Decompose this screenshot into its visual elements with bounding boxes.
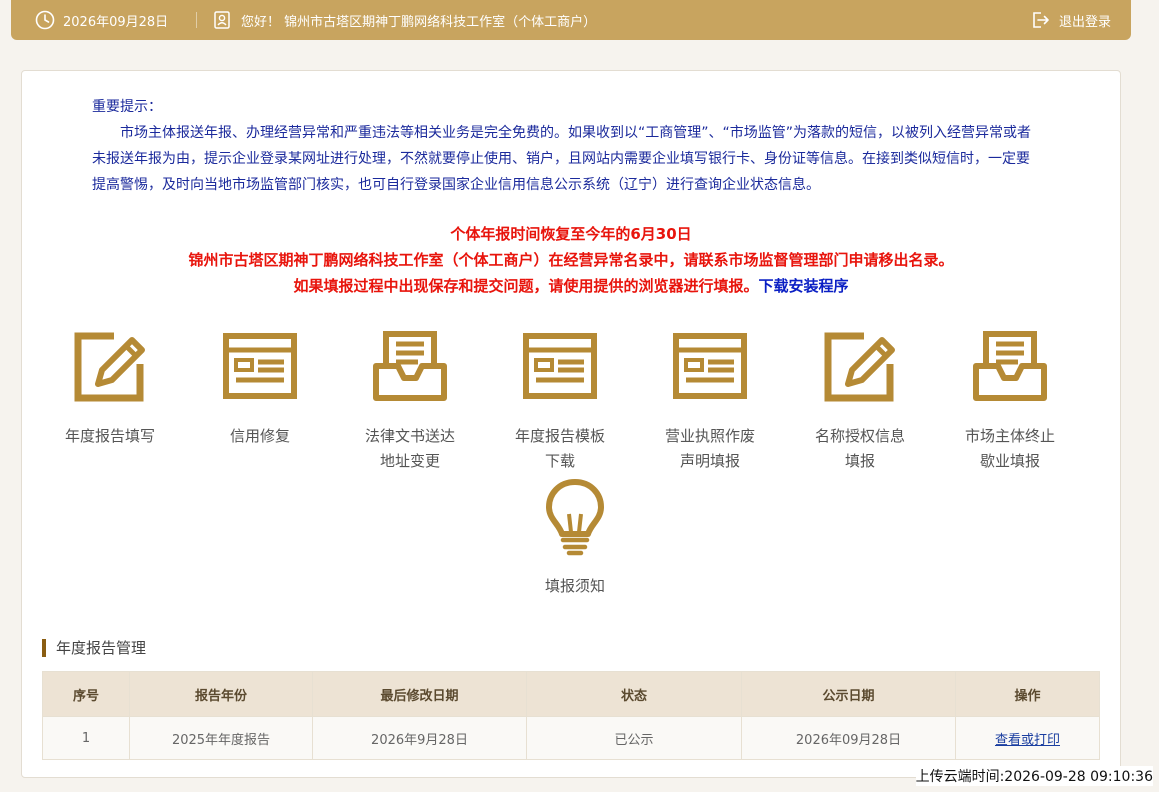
alert-block: 个体年报时间恢复至今年的6月30日 锦州市古塔区期神丁鹏网络科技工作室（个体工商… [22, 221, 1120, 299]
document-form-icon [673, 333, 747, 399]
notice-title: 重要提示： [92, 99, 162, 115]
tile-report-template-download[interactable]: 年度报告模板 下载 [485, 326, 635, 474]
upload-timestamp: 上传云端时间:2026-09-28 09:10:36 [915, 766, 1153, 786]
col-report-year: 报告年份 [129, 671, 313, 717]
edit-pencil-icon [824, 332, 895, 402]
edit-pencil-icon [74, 332, 145, 402]
logout-button[interactable]: 退出登录 [1030, 9, 1111, 31]
cell-status: 已公示 [526, 716, 742, 760]
tile-label-7a: 市场主体终止 [964, 427, 1055, 445]
lightbulb-icon [546, 479, 604, 556]
logout-icon [1033, 12, 1049, 28]
top-bar: 2026年09月28日 您好！ 锦州市古塔区期神丁鹏网络科技工作室（个体工商户）… [11, 0, 1131, 40]
tile-label-4b: 下载 [544, 452, 575, 470]
alert-line-3-wrap: 如果填报过程中出现保存和提交问题，请使用提供的浏览器进行填报。下载安装程序 [22, 273, 1120, 299]
annual-report-table: 序号 报告年份 最后修改日期 状态 公示日期 操作 1 2025年年度报告 20… [42, 671, 1100, 760]
tile-legal-address-change[interactable]: 法律文书送达 地址变更 [335, 326, 485, 474]
user-badge-icon [214, 11, 230, 29]
tile-filing-instructions[interactable]: 填报须知 [500, 476, 650, 599]
col-publish-date: 公示日期 [741, 671, 956, 717]
tile-label-8: 填报须知 [544, 577, 605, 595]
inbox-document-icon [973, 331, 1047, 401]
important-notice: 重要提示： 市场主体报送年报、办理经营异常和严重违法等相关业务是完全免费的。如果… [92, 94, 1042, 198]
main-panel: 重要提示： 市场主体报送年报、办理经营异常和严重违法等相关业务是完全免费的。如果… [21, 70, 1121, 778]
col-last-modified: 最后修改日期 [312, 671, 527, 717]
table-row: 1 2025年年度报告 2026年9月28日 已公示 2026年09月28日 查… [42, 716, 1100, 760]
tile-label-3a: 法律文书送达 [364, 427, 455, 445]
tile-license-void-declaration[interactable]: 营业执照作废 声明填报 [635, 326, 785, 474]
topbar-divider [196, 12, 197, 28]
greeting: 您好！ 锦州市古塔区期神丁鹏网络科技工作室（个体工商户） [213, 9, 596, 31]
tile-credit-repair[interactable]: 信用修复 [185, 326, 335, 449]
cell-action: 查看或打印 [955, 716, 1100, 760]
tile-label-2: 信用修复 [229, 427, 290, 445]
tile-entity-termination[interactable]: 市场主体终止 歇业填报 [935, 326, 1085, 474]
download-installer-link[interactable]: 下载安装程序 [759, 277, 849, 295]
alert-line-2: 锦州市古塔区期神丁鹏网络科技工作室（个体工商户）在经营异常名录中，请联系市场监督… [188, 251, 954, 269]
current-date: 2026年09月28日 [63, 14, 169, 30]
alert-line-1: 个体年报时间恢复至今年的6月30日 [450, 225, 692, 243]
tile-label-6b: 填报 [844, 452, 875, 470]
cell-report-year: 2025年年度报告 [129, 716, 313, 760]
alert-line-3: 如果填报过程中出现保存和提交问题，请使用提供的浏览器进行填报。 [293, 277, 759, 295]
view-print-link[interactable]: 查看或打印 [995, 733, 1060, 748]
tile-label-6a: 名称授权信息 [814, 427, 905, 445]
tile-label-5b: 声明填报 [679, 452, 740, 470]
function-tiles: 年度报告填写 信用修复 法律文书送达 地址变更 年度报告模板 下载 营业执照作废… [22, 326, 1120, 596]
clock-icon [35, 10, 55, 30]
col-index: 序号 [42, 671, 130, 717]
tile-label-1: 年度报告填写 [64, 427, 155, 445]
notice-body: 市场主体报送年报、办理经营异常和严重违法等相关业务是完全免费的。如果收到以“工商… [92, 125, 1032, 193]
document-form-icon [523, 333, 597, 399]
tile-label-7b: 歇业填报 [979, 452, 1040, 470]
tile-label-4a: 年度报告模板 [514, 427, 605, 445]
cell-publish-date: 2026年09月28日 [741, 716, 956, 760]
section-title: 年度报告管理 [42, 639, 146, 657]
document-form-icon [223, 333, 297, 399]
date-display: 2026年09月28日 [35, 9, 168, 31]
inbox-document-icon [373, 331, 447, 401]
table-header-row: 序号 报告年份 最后修改日期 状态 公示日期 操作 [42, 671, 1100, 717]
tile-name-authorization[interactable]: 名称授权信息 填报 [785, 326, 935, 474]
col-status: 状态 [526, 671, 742, 717]
logout-label: 退出登录 [1058, 14, 1111, 30]
greeting-text: 您好！ 锦州市古塔区期神丁鹏网络科技工作室（个体工商户） [241, 14, 597, 30]
tile-annual-report-fill[interactable]: 年度报告填写 [35, 326, 185, 449]
tile-label-3b: 地址变更 [379, 452, 440, 470]
cell-index: 1 [42, 716, 130, 760]
tile-label-5a: 营业执照作废 [664, 427, 755, 445]
col-action: 操作 [955, 671, 1100, 717]
cell-last-modified: 2026年9月28日 [312, 716, 527, 760]
